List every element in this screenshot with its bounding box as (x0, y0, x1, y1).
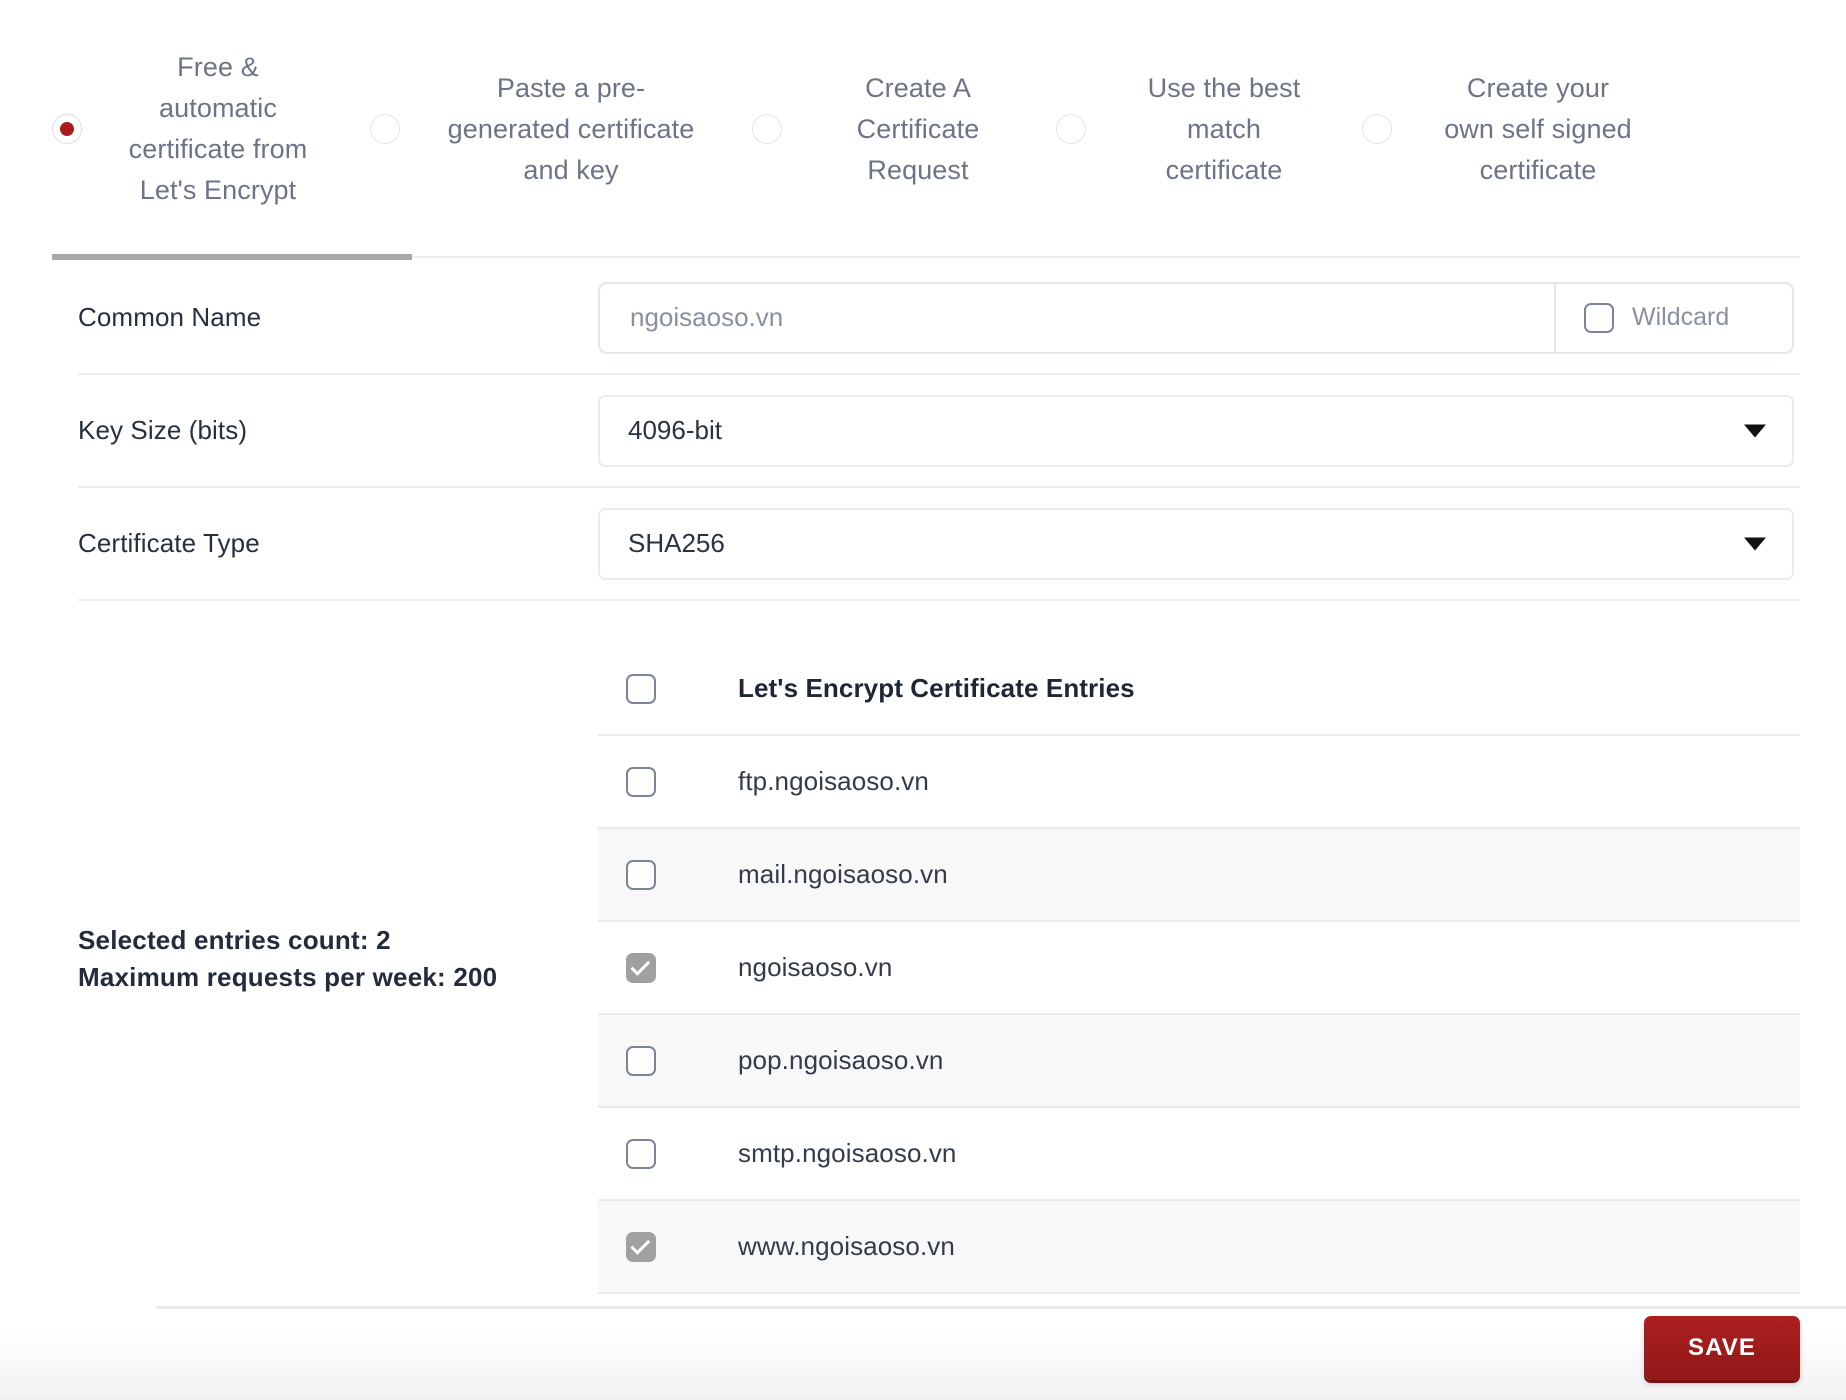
entry-label-pop: pop.ngoisaoso.vn (738, 1045, 943, 1076)
table-row[interactable]: www.ngoisaoso.vn (598, 1201, 1800, 1294)
certificate-type-select[interactable]: SHA256 (598, 508, 1794, 580)
footer-bar (0, 1306, 1846, 1400)
form-row-certificate-type: Certificate Type SHA256 (78, 488, 1800, 601)
entries-summary-text: Selected entries count: 2 Maximum reques… (78, 922, 497, 996)
label-key-size: Key Size (bits) (78, 415, 598, 446)
tab-label-best-match: Use the best match certificate (1136, 68, 1312, 191)
tab-active-indicator (52, 254, 412, 260)
certificate-settings-page: Free & automatic certificate from Let's … (0, 0, 1846, 1400)
tab-label-paste-certificate: Paste a pre-generated certificate and ke… (438, 68, 704, 191)
wildcard-checkbox[interactable] (1584, 303, 1614, 333)
footer-divider (156, 1306, 1846, 1309)
table-row[interactable]: smtp.ngoisaoso.vn (598, 1108, 1800, 1201)
tab-option-self-signed[interactable]: Create your own self signed certificate (1362, 68, 1636, 191)
tab-label-certificate-request: Create A Certificate Request (826, 68, 1010, 191)
field-key-size-wrap: 4096-bit (598, 395, 1800, 467)
max-requests-per-week: Maximum requests per week: 200 (78, 959, 497, 996)
table-row[interactable]: pop.ngoisaoso.vn (598, 1015, 1800, 1108)
check-icon (630, 955, 650, 975)
chevron-down-icon (1744, 424, 1766, 437)
tab-option-best-match[interactable]: Use the best match certificate (1056, 68, 1312, 191)
entry-checkbox-smtp[interactable] (626, 1139, 656, 1169)
select-all-checkbox[interactable] (626, 674, 656, 704)
save-button[interactable]: SAVE (1644, 1316, 1800, 1380)
radio-best-match[interactable] (1056, 114, 1086, 144)
wildcard-toggle[interactable]: Wildcard (1554, 284, 1792, 352)
table-row[interactable]: ftp.ngoisaoso.vn (598, 736, 1800, 829)
certificate-type-value: SHA256 (628, 528, 725, 559)
wildcard-label: Wildcard (1632, 303, 1729, 332)
tab-option-lets-encrypt[interactable]: Free & automatic certificate from Let's … (52, 47, 308, 211)
entries-header-label: Let's Encrypt Certificate Entries (738, 673, 1135, 704)
table-row[interactable]: mail.ngoisaoso.vn (598, 829, 1800, 922)
label-certificate-type: Certificate Type (78, 528, 598, 559)
check-icon (630, 1234, 650, 1254)
field-certificate-type-wrap: SHA256 (598, 508, 1800, 580)
tab-label-lets-encrypt: Free & automatic certificate from Let's … (128, 47, 308, 211)
radio-self-signed[interactable] (1362, 114, 1392, 144)
chevron-down-icon (1744, 537, 1766, 550)
label-common-name: Common Name (78, 302, 598, 333)
entry-label-smtp: smtp.ngoisaoso.vn (738, 1138, 957, 1169)
certificate-entries-section: Selected entries count: 2 Maximum reques… (78, 601, 1800, 1318)
entry-checkbox-www[interactable] (626, 1232, 656, 1262)
entry-label-mail: mail.ngoisaoso.vn (738, 859, 948, 890)
entry-label-ftp: ftp.ngoisaoso.vn (738, 766, 929, 797)
table-row[interactable]: ngoisaoso.vn (598, 922, 1800, 1015)
entry-checkbox-mail[interactable] (626, 860, 656, 890)
entry-label-www: www.ngoisaoso.vn (738, 1231, 955, 1262)
tab-option-paste-certificate[interactable]: Paste a pre-generated certificate and ke… (370, 68, 704, 191)
entries-header-row[interactable]: Let's Encrypt Certificate Entries (598, 643, 1800, 736)
entry-checkbox-ngoisaoso[interactable] (626, 953, 656, 983)
tab-label-self-signed: Create your own self signed certificate (1440, 68, 1636, 191)
radio-lets-encrypt[interactable] (52, 114, 82, 144)
common-name-input[interactable] (600, 284, 1554, 352)
entry-checkbox-pop[interactable] (626, 1046, 656, 1076)
form-row-key-size: Key Size (bits) 4096-bit (78, 375, 1800, 488)
key-size-select[interactable]: 4096-bit (598, 395, 1794, 467)
selected-entries-count: Selected entries count: 2 (78, 922, 497, 959)
radio-certificate-request[interactable] (752, 114, 782, 144)
form-row-common-name: Common Name Wildcard (78, 262, 1800, 375)
radio-dot-icon (60, 122, 74, 136)
radio-paste-certificate[interactable] (370, 114, 400, 144)
field-common-name-wrap: Wildcard (598, 282, 1800, 354)
tab-option-certificate-request[interactable]: Create A Certificate Request (752, 68, 1010, 191)
entries-summary: Selected entries count: 2 Maximum reques… (78, 601, 598, 1316)
common-name-control: Wildcard (598, 282, 1794, 354)
entry-label-ngoisaoso: ngoisaoso.vn (738, 952, 892, 983)
certificate-method-radio-group: Free & automatic certificate from Let's … (52, 0, 1802, 258)
key-size-value: 4096-bit (628, 415, 722, 446)
certificate-form: Common Name Wildcard Key Size (bits) 409… (0, 262, 1846, 1318)
entry-checkbox-ftp[interactable] (626, 767, 656, 797)
entries-table: Let's Encrypt Certificate Entries ftp.ng… (598, 601, 1800, 1316)
